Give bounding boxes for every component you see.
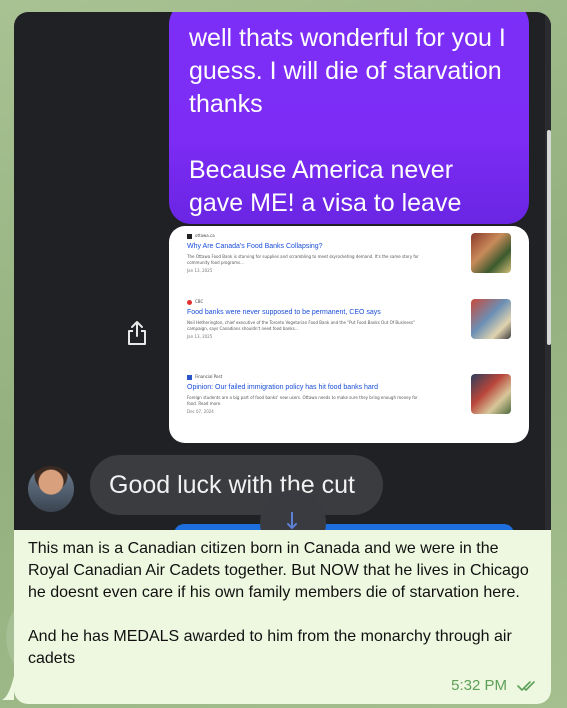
news-source-name: ottawa.ca xyxy=(195,233,215,238)
news-source: CBC xyxy=(187,299,427,305)
source-logo-icon xyxy=(187,299,192,305)
received-message-bubble: Good luck with the cut xyxy=(90,455,383,515)
news-source: ottawa.ca xyxy=(187,233,427,239)
arrow-down-icon xyxy=(287,512,297,530)
avatar[interactable] xyxy=(28,466,74,512)
scrollbar-thumb[interactable] xyxy=(547,130,551,345)
share-icon[interactable] xyxy=(126,320,148,346)
bubble-tail xyxy=(2,676,14,700)
source-logo-icon xyxy=(187,233,192,239)
news-title[interactable]: Opinion: Our failed immigration policy h… xyxy=(187,383,427,392)
message-meta: 5:32 PM xyxy=(451,677,539,694)
next-message-edge xyxy=(174,524,514,530)
news-thumbnail[interactable] xyxy=(471,233,511,273)
news-title[interactable]: Why Are Canada's Food Banks Collapsing? xyxy=(187,242,427,251)
message-time: 5:32 PM xyxy=(451,677,507,694)
news-snippet: The Ottawa Food Bank is starving for sup… xyxy=(187,254,419,265)
source-logo-icon xyxy=(187,374,192,380)
news-date: Jan 13, 2025 xyxy=(187,268,213,273)
news-source-name: Financial Post xyxy=(195,374,223,379)
double-check-icon xyxy=(517,680,535,691)
news-source-name: CBC xyxy=(195,299,204,304)
news-date: Dec 07, 2024 xyxy=(187,409,214,414)
news-results-card[interactable]: ottawa.ca Why Are Canada's Food Banks Co… xyxy=(169,226,529,443)
news-title[interactable]: Food banks were never supposed to be per… xyxy=(187,308,427,317)
sent-message-bubble: well thats wonderful for you I guess. I … xyxy=(169,12,529,224)
news-thumbnail[interactable] xyxy=(471,299,511,339)
message-caption: This man is a Canadian citizen born in C… xyxy=(28,540,529,667)
message-bubble[interactable]: well thats wonderful for you I guess. I … xyxy=(14,12,551,704)
news-snippet: Neil Hetherington, chief executive of th… xyxy=(187,320,415,331)
news-result-1[interactable]: ottawa.ca Why Are Canada's Food Banks Co… xyxy=(187,233,427,273)
news-snippet: Foreign students are a big part of food … xyxy=(187,395,418,406)
news-date: Jan 13, 2025 xyxy=(187,334,213,339)
news-result-2[interactable]: CBC Food banks were never supposed to be… xyxy=(187,299,427,339)
news-result-3[interactable]: Financial Post Opinion: Our failed immig… xyxy=(187,374,427,414)
news-source: Financial Post xyxy=(187,374,427,380)
news-thumbnail[interactable] xyxy=(471,374,511,414)
attached-screenshot[interactable]: well thats wonderful for you I guess. I … xyxy=(14,12,551,530)
